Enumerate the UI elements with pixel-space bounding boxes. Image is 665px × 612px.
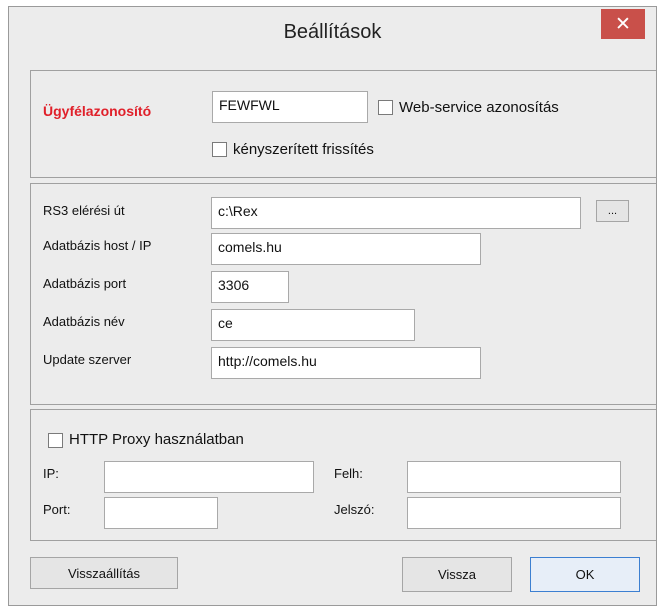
proxy-password-input[interactable]: [407, 497, 621, 529]
close-icon: ✕: [615, 13, 631, 35]
db-port-label: Adatbázis port: [43, 276, 127, 291]
proxy-ip-label: IP:: [43, 466, 59, 481]
proxy-port-label: Port:: [43, 502, 71, 517]
reset-button[interactable]: Visszaállítás: [30, 557, 178, 589]
db-host-label: Adatbázis host / IP: [43, 238, 152, 253]
update-server-label: Update szerver: [43, 352, 132, 367]
back-button[interactable]: Vissza: [402, 557, 512, 592]
forced-refresh-checkbox[interactable]: [212, 142, 227, 157]
proxy-ip-input[interactable]: [104, 461, 314, 493]
database-panel: RS3 elérési út c:\Rex ... Adatbázis host…: [30, 183, 656, 405]
rs3-path-label: RS3 elérési út: [43, 203, 125, 218]
ok-button[interactable]: OK: [530, 557, 640, 592]
settings-dialog: Beállítások ✕ Ügyfélazonosító FEWFWL Web…: [8, 6, 657, 606]
proxy-user-label: Felh:: [334, 466, 363, 481]
title-bar: Beállítások ✕: [9, 7, 656, 61]
customer-id-label: Ügyfélazonosító: [43, 103, 152, 119]
db-port-input[interactable]: 3306: [211, 271, 289, 303]
forced-refresh-label: kényszerített frissítés: [233, 141, 374, 158]
proxy-password-label: Jelszó:: [334, 502, 375, 517]
proxy-port-input[interactable]: [104, 497, 218, 529]
customer-id-input[interactable]: FEWFWL: [212, 91, 368, 123]
db-host-input[interactable]: comels.hu: [211, 233, 481, 265]
db-name-label: Adatbázis név: [43, 314, 125, 329]
close-button[interactable]: ✕: [601, 9, 645, 39]
customer-panel: Ügyfélazonosító FEWFWL Web-service azono…: [30, 70, 656, 178]
dialog-title: Beállítások: [283, 21, 382, 43]
webservice-auth-checkbox[interactable]: [378, 100, 393, 115]
proxy-user-input[interactable]: [407, 461, 621, 493]
rs3-path-input[interactable]: c:\Rex: [211, 197, 581, 229]
proxy-enabled-checkbox[interactable]: [48, 433, 63, 448]
proxy-enabled-label: HTTP Proxy használatban: [69, 431, 244, 448]
proxy-panel: HTTP Proxy használatban IP: Felh: Port: …: [30, 409, 656, 541]
update-server-input[interactable]: http://comels.hu: [211, 347, 481, 379]
browse-button[interactable]: ...: [596, 200, 629, 222]
db-name-input[interactable]: ce: [211, 309, 415, 341]
webservice-auth-label: Web-service azonosítás: [399, 99, 559, 116]
